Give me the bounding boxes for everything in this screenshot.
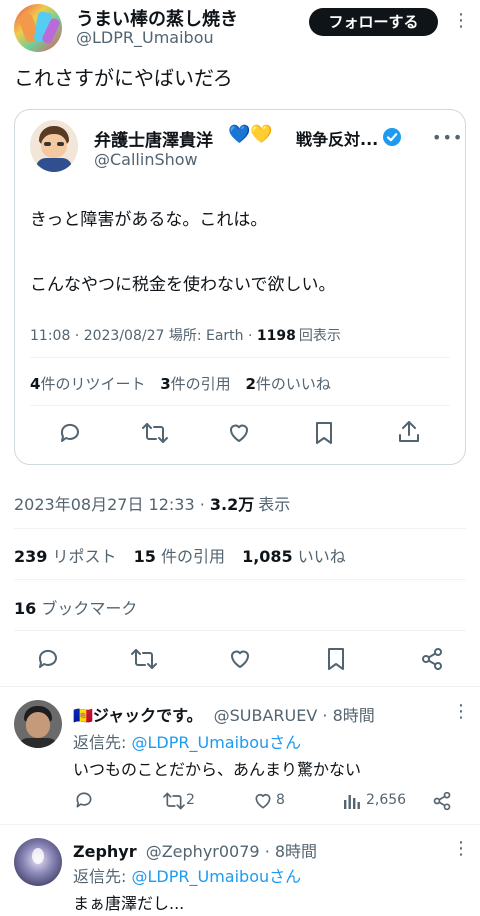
quoted-reply-icon[interactable] [58, 421, 82, 445]
post-views-label: 表示 [258, 495, 291, 514]
reply-1-name[interactable]: ジャックです。 [93, 706, 203, 725]
quoted-more-icon[interactable]: ••• [432, 128, 463, 147]
reply-1-avatar[interactable] [14, 700, 62, 748]
quoted-meta: 11:08 · 2023/08/27 場所: Earth · 1198 回表示 [30, 325, 341, 345]
reply-icon[interactable] [36, 647, 60, 671]
reply-2-name[interactable]: Zephyr [73, 842, 137, 861]
reply-1-views-count: 2,656 [366, 792, 407, 808]
reply-1-retweet-icon[interactable] [163, 791, 185, 811]
post-likes[interactable]: 1,085 いいね [242, 547, 346, 566]
reply-1-like-icon[interactable] [253, 791, 273, 811]
reply-2-header: Zephyr @Zephyr0079 · 8時間 [73, 838, 317, 862]
reply-1-like-count: 8 [276, 792, 285, 808]
meta-divider [14, 528, 466, 529]
stats-divider [14, 579, 466, 580]
quoted-bookmark-icon[interactable] [313, 421, 335, 445]
quoted-retweet-icon[interactable] [142, 421, 168, 445]
reply-1-share-icon[interactable] [432, 791, 452, 811]
quoted-stats: 4件のリツイート 3件の引用 2件のいいね [30, 373, 331, 394]
share-icon[interactable] [420, 647, 444, 671]
reply-1-more-icon[interactable]: ⋮ [452, 703, 470, 721]
more-options-icon[interactable]: ⋮ [452, 12, 470, 30]
reply-2-avatar[interactable] [14, 838, 62, 886]
quoted-text-line2: こんなやつに税金を使わないで欲しい。 [30, 275, 336, 295]
reply-1-header: 🇦🇩ジャックです。 @SUBARUEV · 8時間 [73, 702, 375, 726]
quoted-meta-prefix: 11:08 · 2023/08/27 場所: Earth · [30, 328, 257, 344]
verified-badge-icon [382, 127, 402, 147]
reply-1-flag: 🇦🇩 [73, 706, 93, 725]
quoted-author-hearts: 💙💛 [228, 124, 273, 145]
author-handle[interactable]: @LDPR_Umaibou [76, 28, 214, 47]
quoted-author-suffix: 戦争反対... [296, 130, 379, 149]
quoted-views-label: 回表示 [298, 328, 341, 344]
reply-1-reply-handle[interactable]: @LDPR_Umaibouさん [131, 733, 301, 752]
follow-button-label: フォローする [328, 13, 419, 31]
quoted-like-icon[interactable] [227, 421, 251, 445]
quoted-author-name[interactable]: 弁護士唐澤貴洋 [94, 126, 213, 151]
like-icon[interactable] [228, 647, 252, 671]
author-avatar[interactable] [14, 4, 62, 52]
reply-divider [0, 824, 480, 825]
bookmark-icon[interactable] [325, 647, 347, 671]
bookmarks-divider [14, 630, 466, 631]
quoted-divider-2 [30, 405, 450, 406]
post-quotes[interactable]: 15 件の引用 [134, 547, 225, 566]
post-text: これさすがにやばいだろ [14, 66, 233, 90]
reply-1-replying-to: 返信先: @LDPR_Umaibouさん [73, 729, 301, 753]
reply-1-reply-icon[interactable] [74, 790, 94, 810]
quoted-quotes[interactable]: 3件の引用 [160, 375, 230, 393]
quoted-share-icon[interactable] [397, 420, 421, 444]
reply-1-handle[interactable]: @SUBARUEV [214, 706, 318, 725]
post-timestamp[interactable]: 2023年08月27日 12:33 [14, 495, 195, 514]
reply-2-handle[interactable]: @Zephyr0079 [146, 842, 260, 861]
reply-1-retweet-count: 2 [186, 792, 195, 808]
reply-1-text: いつものことだから、あんまり驚かない [73, 760, 362, 779]
quoted-author-avatar[interactable] [30, 120, 78, 172]
quoted-divider-1 [30, 357, 450, 358]
post-bookmarks[interactable]: 16 ブックマーク [14, 595, 137, 619]
quoted-text-line1: きっと障害があるな。これは。 [30, 210, 268, 230]
quoted-views-count: 1198 [256, 328, 296, 344]
reply-2-more-icon[interactable]: ⋮ [452, 840, 470, 858]
quoted-likes[interactable]: 2件のいいね [245, 375, 330, 393]
quoted-retweets[interactable]: 4件のリツイート [30, 375, 145, 393]
reply-1-reply-label: 返信先: [73, 733, 132, 752]
reply-2-time[interactable]: · 8時間 [265, 842, 317, 861]
reply-2-replying-to: 返信先: @LDPR_Umaibouさん [73, 863, 301, 887]
thread-divider [0, 686, 480, 687]
follow-button[interactable]: フォローする [309, 8, 438, 36]
post-views-count: 3.2万 [209, 495, 255, 514]
post-meta: 2023年08月27日 12:33 · 3.2万 表示 [14, 495, 291, 514]
reply-2-text: まぁ唐澤だし... [73, 894, 185, 913]
reply-1-views-icon[interactable] [343, 792, 361, 810]
reply-2-reply-handle[interactable]: @LDPR_Umaibouさん [131, 867, 301, 886]
repost-icon[interactable] [131, 647, 157, 671]
reply-2-reply-label: 返信先: [73, 867, 132, 886]
post-stats: 239 リポスト 15 件の引用 1,085 いいね [14, 543, 346, 567]
post-reposts[interactable]: 239 リポスト [14, 547, 117, 566]
quoted-author-handle[interactable]: @CallinShow [94, 150, 198, 169]
reply-1-time[interactable]: · 8時間 [322, 706, 374, 725]
